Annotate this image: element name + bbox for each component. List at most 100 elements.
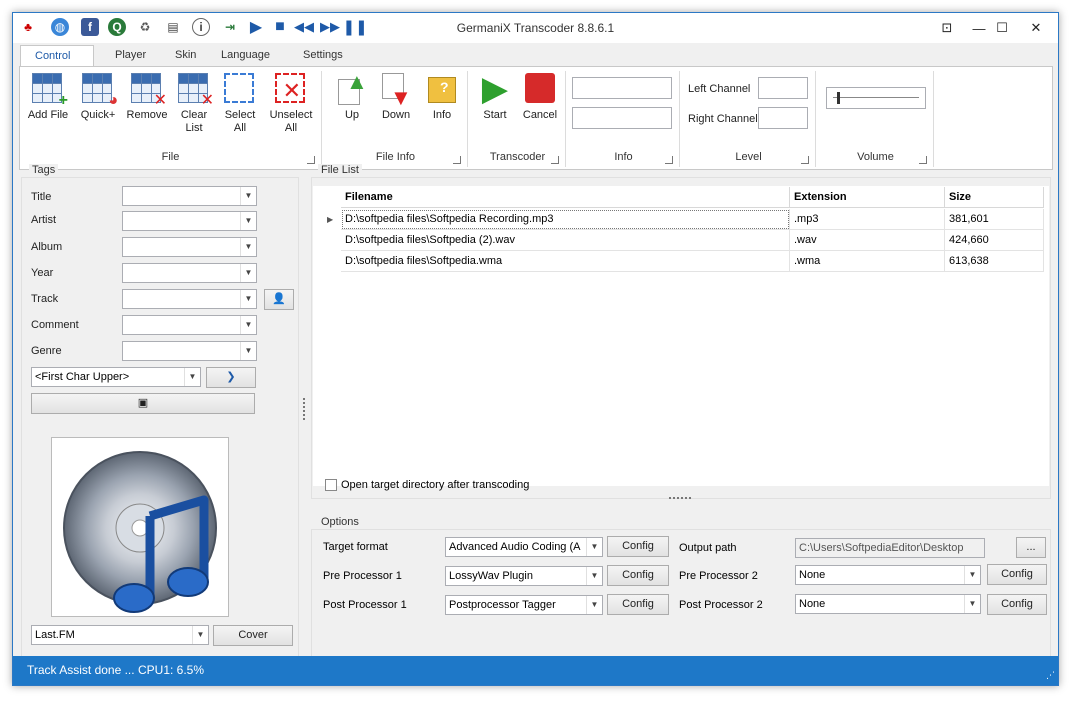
extension-cell[interactable]: .wma bbox=[790, 251, 945, 272]
chevron-down-icon: ▼ bbox=[586, 567, 602, 585]
year-combo[interactable]: ▼ bbox=[122, 263, 257, 283]
size-cell[interactable]: 613,638 bbox=[945, 251, 1044, 272]
quick-add-button[interactable]: ◕ Quick+ bbox=[76, 73, 120, 122]
unselect-all-icon: ✕ bbox=[275, 73, 307, 105]
globe-icon[interactable]: ◍ bbox=[51, 18, 69, 36]
album-label: Album bbox=[31, 241, 63, 253]
mp3-tag-icon[interactable]: ♣ bbox=[19, 18, 37, 36]
post-processor-1-config-button[interactable]: Config bbox=[607, 594, 669, 615]
save-tags-button[interactable]: ▣ bbox=[31, 393, 255, 414]
extension-cell[interactable]: .mp3 bbox=[790, 209, 945, 230]
file-info-button[interactable]: ? Info bbox=[422, 73, 462, 122]
move-up-icon: ▲ bbox=[336, 71, 368, 105]
tags-title: Tags bbox=[29, 164, 59, 176]
album-combo[interactable]: ▼ bbox=[122, 237, 257, 257]
info-group-launcher-icon[interactable] bbox=[665, 156, 673, 164]
filename-cell[interactable]: D:\softpedia files\Softpedia Recording.m… bbox=[341, 209, 790, 230]
export-icon[interactable]: ⇥ bbox=[221, 18, 239, 36]
quick-add-icon: ◕ bbox=[82, 73, 118, 109]
fileinfo-group-launcher-icon[interactable] bbox=[453, 156, 461, 164]
table-row[interactable]: D:\softpedia files\Softpedia.wma .wma 61… bbox=[341, 251, 1044, 272]
open-target-checkbox[interactable] bbox=[325, 479, 337, 491]
size-column-header[interactable]: Size bbox=[945, 187, 1044, 208]
search-web-icon[interactable]: Q bbox=[108, 18, 126, 36]
comment-combo[interactable]: ▼ bbox=[122, 315, 257, 335]
pre-processor-2-select[interactable]: None ▼ bbox=[795, 565, 981, 585]
extension-cell[interactable]: .wav bbox=[790, 230, 945, 251]
filename-cell[interactable]: D:\softpedia files\Softpedia.wma bbox=[341, 251, 790, 272]
output-path-field[interactable]: C:\Users\SoftpediaEditor\Desktop bbox=[795, 538, 985, 558]
stop-icon[interactable]: ■ bbox=[271, 18, 289, 36]
volume-slider[interactable] bbox=[826, 87, 926, 109]
info-group-label: Info bbox=[614, 151, 633, 163]
close-button[interactable]: ✕ bbox=[1013, 13, 1059, 43]
vertical-splitter[interactable] bbox=[303, 398, 306, 420]
open-target-label: Open target directory after transcoding bbox=[341, 479, 530, 491]
resize-grip-icon[interactable]: ⋰ bbox=[1046, 670, 1055, 681]
file-group-launcher-icon[interactable] bbox=[307, 156, 315, 164]
extension-column-header[interactable]: Extension bbox=[790, 187, 945, 208]
cover-button[interactable]: Cover bbox=[213, 625, 293, 646]
genre-combo[interactable]: ▼ bbox=[122, 341, 257, 361]
pre-processor-2-config-button[interactable]: Config bbox=[987, 564, 1047, 585]
left-channel-meter bbox=[758, 77, 808, 99]
facebook-icon[interactable]: f bbox=[81, 18, 99, 36]
cancel-button[interactable]: Cancel bbox=[520, 73, 560, 122]
size-cell[interactable]: 381,601 bbox=[945, 209, 1044, 230]
artist-combo[interactable]: ▼ bbox=[122, 211, 257, 231]
recycle-icon[interactable]: ♻ bbox=[136, 18, 154, 36]
size-cell[interactable]: 424,660 bbox=[945, 230, 1044, 251]
next-icon[interactable]: ▶▶ bbox=[320, 18, 340, 36]
play-icon[interactable]: ▶ bbox=[247, 18, 265, 36]
tab-skin[interactable]: Skin bbox=[161, 45, 210, 67]
browse-output-button[interactable]: ... bbox=[1016, 537, 1046, 558]
volume-slider-thumb[interactable] bbox=[837, 92, 841, 104]
clear-list-button[interactable]: ✕ Clear List bbox=[174, 73, 214, 135]
app-window: ♣ ◍ f Q ♻ ▤ i ⇥ ▶ ■ ◀◀ ▶▶ ❚❚ GermaniX Tr… bbox=[12, 12, 1059, 686]
target-format-label: Target format bbox=[323, 541, 388, 553]
music-cd-icon bbox=[63, 451, 217, 613]
apply-case-button[interactable]: ❯ bbox=[206, 367, 256, 388]
previous-icon[interactable]: ◀◀ bbox=[294, 18, 314, 36]
start-button[interactable]: ▶ Start bbox=[476, 72, 514, 122]
transcoder-group-launcher-icon[interactable] bbox=[551, 156, 559, 164]
add-file-icon: + bbox=[32, 73, 68, 109]
table-row[interactable]: D:\softpedia files\Softpedia (2).wav .wa… bbox=[341, 230, 1044, 251]
target-format-select[interactable]: Advanced Audio Coding (A ▼ bbox=[445, 537, 603, 557]
track-assist-button[interactable]: 👤 bbox=[264, 289, 294, 310]
track-combo[interactable]: ▼ bbox=[122, 289, 257, 309]
title-combo[interactable]: ▼ bbox=[122, 186, 257, 206]
remove-button[interactable]: ✕ Remove bbox=[124, 73, 170, 122]
filename-cell[interactable]: D:\softpedia files\Softpedia (2).wav bbox=[341, 230, 790, 251]
level-group-launcher-icon[interactable] bbox=[801, 156, 809, 164]
table-row[interactable]: D:\softpedia files\Softpedia Recording.m… bbox=[341, 209, 1044, 230]
tab-player[interactable]: Player bbox=[101, 45, 160, 67]
post-processor-1-select[interactable]: Postprocessor Tagger ▼ bbox=[445, 595, 603, 615]
target-format-config-button[interactable]: Config bbox=[607, 536, 669, 557]
tab-control[interactable]: Control bbox=[20, 45, 94, 67]
fit-window-icon[interactable]: ⊡ bbox=[932, 13, 962, 43]
move-up-button[interactable]: ▲ Up bbox=[332, 71, 372, 122]
pre-processor-1-config-button[interactable]: Config bbox=[607, 565, 669, 586]
move-down-button[interactable]: ▼ Down bbox=[376, 73, 416, 122]
title-label: Title bbox=[31, 191, 52, 203]
case-option-select[interactable]: <First Char Upper> ▼ bbox=[31, 367, 201, 387]
pause-icon[interactable]: ❚❚ bbox=[342, 18, 367, 36]
info-icon[interactable]: i bbox=[192, 18, 210, 36]
tab-settings[interactable]: Settings bbox=[289, 45, 357, 67]
clipboard-icon[interactable]: ▤ bbox=[164, 18, 182, 36]
post-processor-2-config-button[interactable]: Config bbox=[987, 594, 1047, 615]
post-processor-2-select[interactable]: None ▼ bbox=[795, 594, 981, 614]
pre-processor-1-select[interactable]: LossyWav Plugin ▼ bbox=[445, 566, 603, 586]
volume-group-launcher-icon[interactable] bbox=[919, 156, 927, 164]
output-path-label: Output path bbox=[679, 542, 737, 554]
tab-language[interactable]: Language bbox=[207, 45, 284, 67]
horizontal-splitter[interactable] bbox=[669, 497, 691, 500]
unselect-all-button[interactable]: ✕ Unselect All bbox=[266, 73, 316, 135]
add-file-button[interactable]: + Add File bbox=[26, 73, 70, 122]
select-all-button[interactable]: Select All bbox=[220, 73, 260, 135]
filename-column-header[interactable]: Filename bbox=[341, 187, 790, 208]
left-channel-label: Left Channel bbox=[688, 83, 751, 95]
options-title: Options bbox=[318, 516, 362, 528]
cover-source-select[interactable]: Last.FM ▼ bbox=[31, 625, 209, 645]
